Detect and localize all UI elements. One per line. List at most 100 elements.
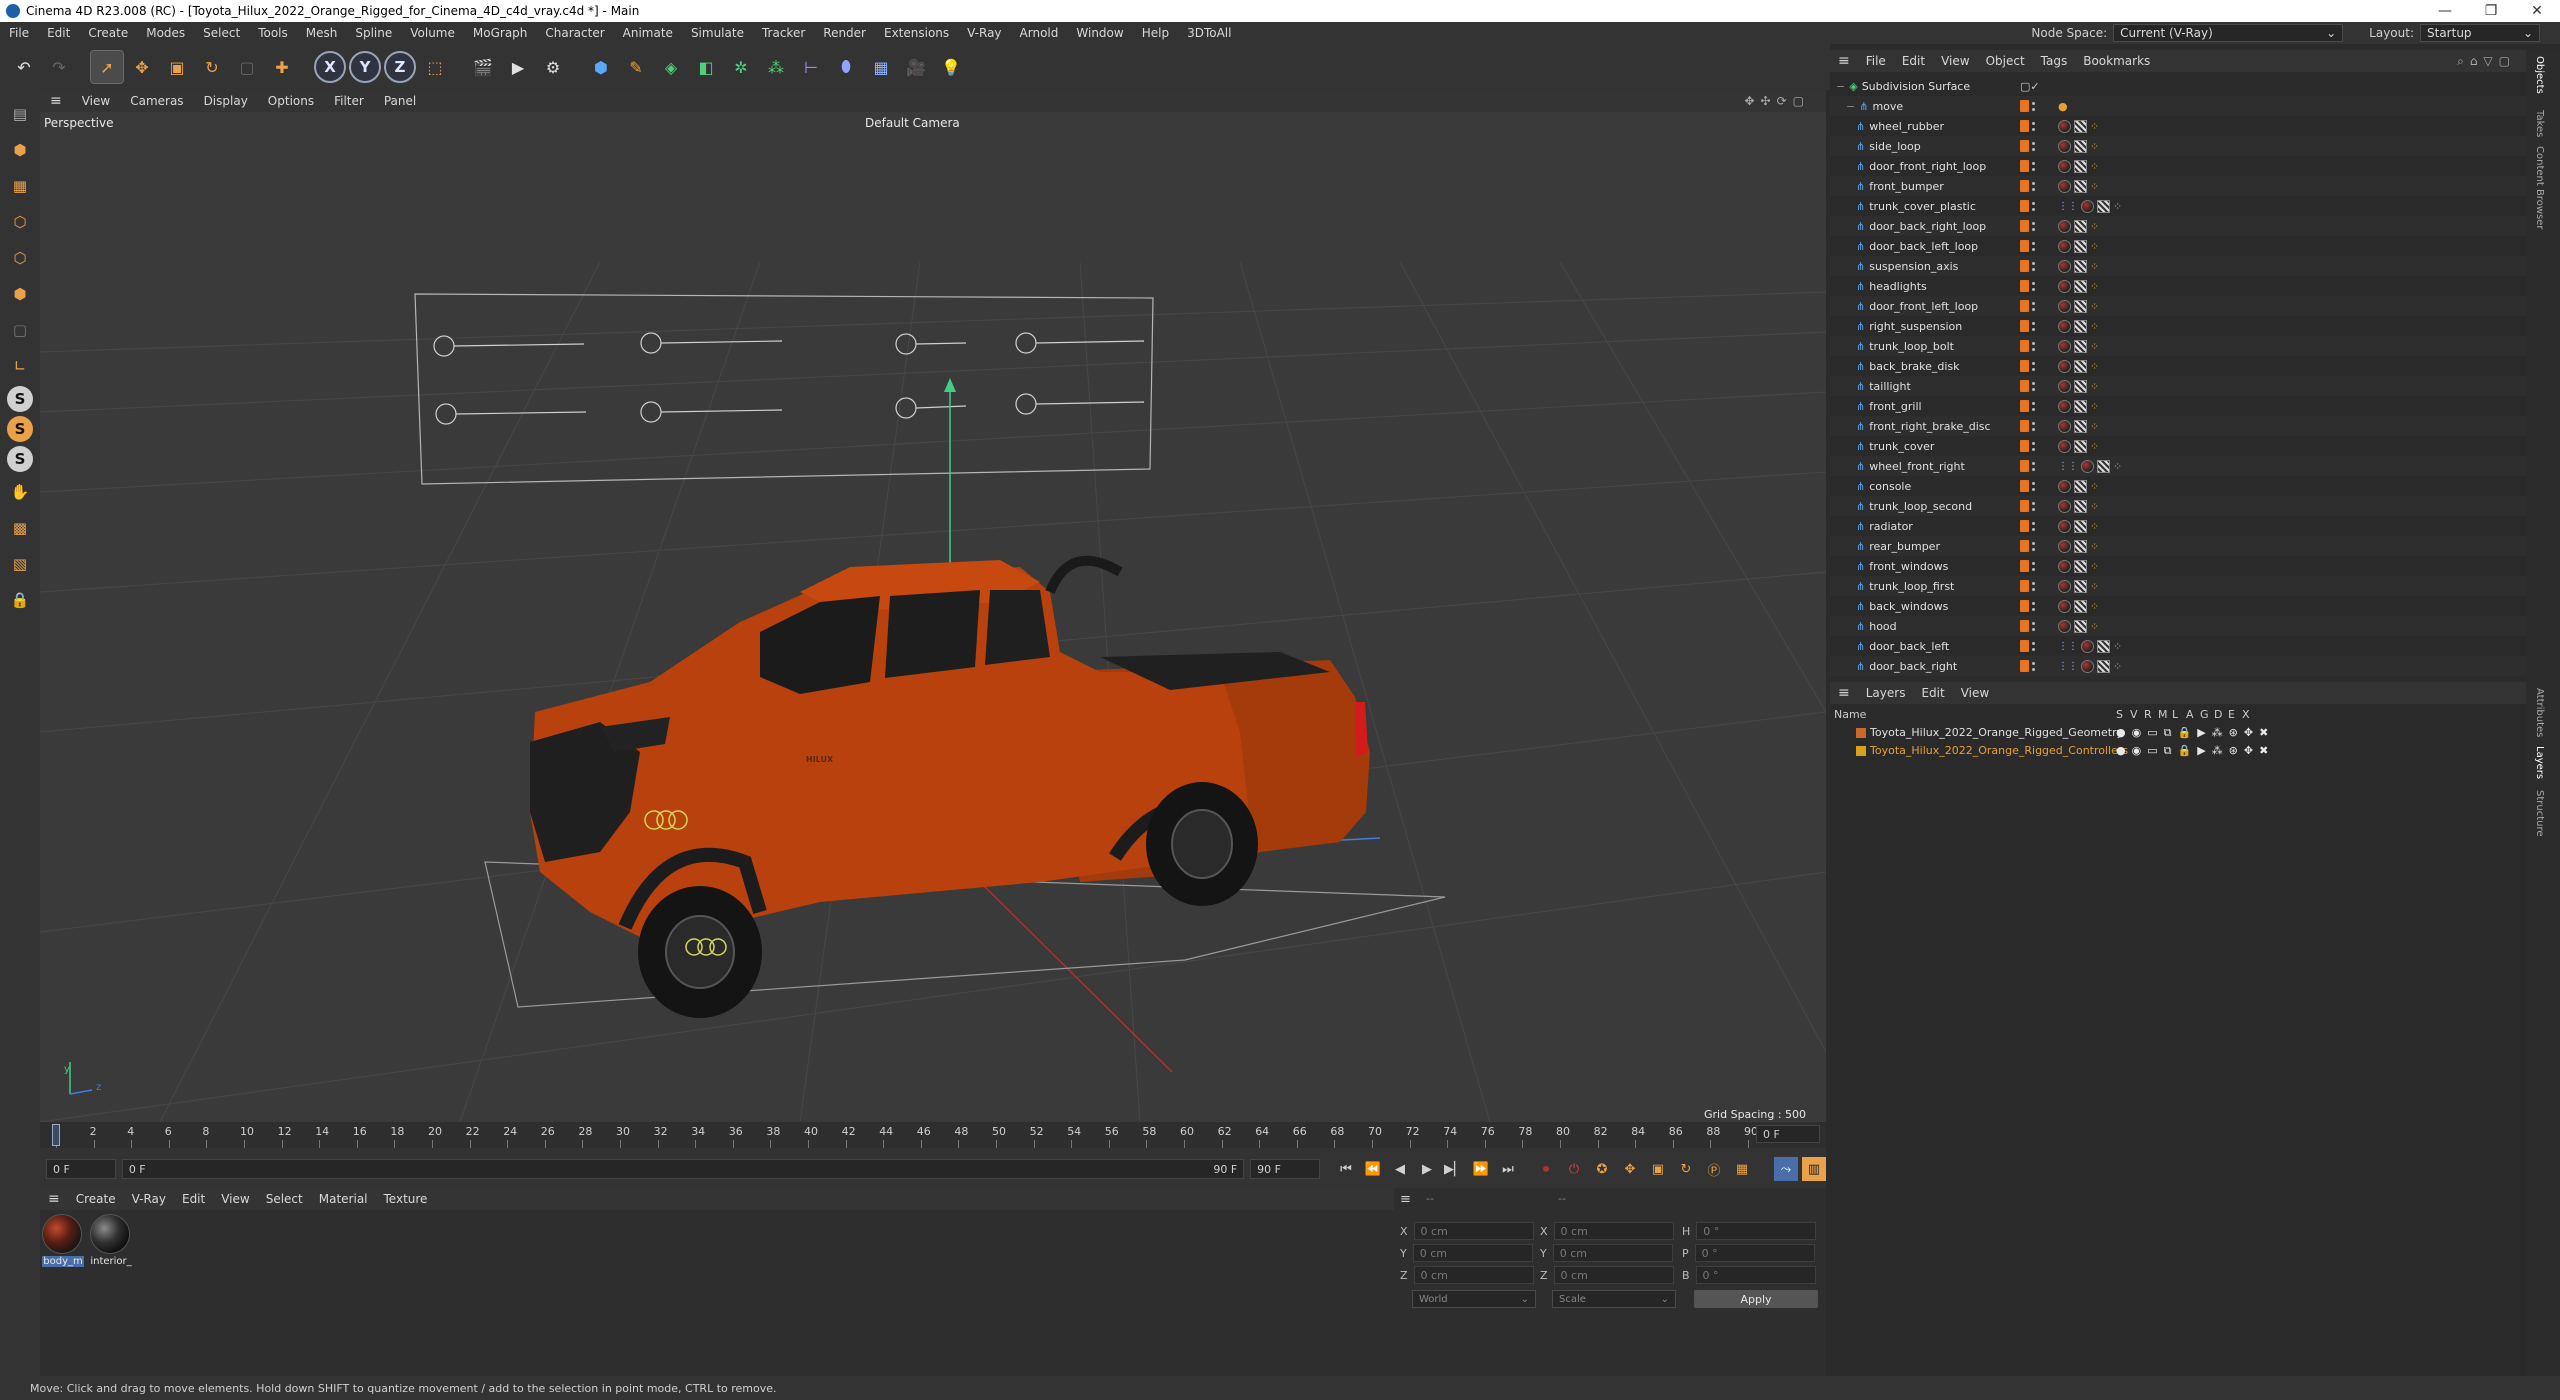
uvw-tag-icon[interactable]	[2097, 659, 2110, 673]
visibility-dots-icon[interactable]	[2032, 440, 2035, 452]
layer-color-swatch[interactable]	[2020, 340, 2029, 352]
visibility-dots-icon[interactable]	[2032, 340, 2035, 352]
menu-modes[interactable]: Modes	[137, 26, 194, 40]
visibility-dots-icon[interactable]	[2032, 640, 2035, 652]
visibility-dots-icon[interactable]	[2032, 260, 2035, 272]
selection-tag-icon[interactable]: ⁘	[2090, 320, 2099, 333]
uvw-tag-icon[interactable]	[2074, 219, 2087, 233]
menu-file[interactable]: File	[0, 26, 38, 40]
pos-y-field[interactable]: 0 cm	[1412, 1244, 1533, 1262]
point-mode-icon[interactable]: ⬡	[4, 206, 36, 238]
range-slider[interactable]: 0 F 90 F	[121, 1159, 1245, 1179]
material-tag-icon[interactable]	[2081, 639, 2094, 653]
viewport-menu-view[interactable]: View	[72, 94, 120, 108]
render-region-icon[interactable]: 🎬	[467, 51, 499, 83]
snap-icon[interactable]: S	[7, 386, 33, 412]
layer-color-swatch[interactable]	[2020, 380, 2029, 392]
add-tool-icon[interactable]: ✚	[266, 51, 298, 83]
object-row-group[interactable]: − ⋔ move ●	[1830, 96, 2526, 116]
layer-color-swatch[interactable]	[2020, 660, 2029, 672]
material-tag-icon[interactable]	[2081, 199, 2094, 213]
uvw-tag-icon[interactable]	[2074, 159, 2087, 173]
visibility-dots-icon[interactable]	[2032, 240, 2035, 252]
visibility-dots-icon[interactable]	[2032, 620, 2035, 632]
visibility-dots-icon[interactable]	[2032, 140, 2035, 152]
menu-select[interactable]: Select	[194, 26, 249, 40]
layers-menu-layers[interactable]: Layers	[1858, 686, 1914, 700]
layer-color-swatch[interactable]	[2020, 640, 2029, 652]
recent-tool-icon[interactable]: ▢	[231, 51, 263, 83]
current-frame-field[interactable]: 0 F	[1756, 1125, 1820, 1143]
uvw-tag-icon[interactable]	[2074, 599, 2087, 613]
layer-color-swatch[interactable]	[2020, 520, 2029, 532]
selection-tag-icon[interactable]: ⁘	[2090, 400, 2099, 413]
size-z-field[interactable]: 0 cm	[1553, 1266, 1674, 1284]
end-frame-field[interactable]: 90 F	[1250, 1159, 1320, 1179]
material-tag-icon[interactable]	[2058, 519, 2071, 533]
selection-tag-icon[interactable]: ⁘	[2090, 280, 2099, 293]
layer-color-swatch[interactable]	[2020, 560, 2029, 572]
pen-spline-icon[interactable]: ✎	[620, 51, 652, 83]
uvw-tag-icon[interactable]	[2074, 539, 2087, 553]
floor-grid-icon[interactable]: ▧	[4, 548, 36, 580]
coordinate-system-icon[interactable]: ⬚	[419, 51, 451, 83]
menu-help[interactable]: Help	[1133, 26, 1178, 40]
om-menu-edit[interactable]: Edit	[1894, 54, 1933, 68]
go-to-end-icon[interactable]: ⏭	[1496, 1157, 1520, 1181]
object-row[interactable]: ⋔ back_windows ⁘	[1830, 596, 2526, 616]
uvw-tag-icon[interactable]	[2074, 259, 2087, 273]
make-editable-icon[interactable]: ▤	[4, 98, 36, 130]
viewport-nav-icons[interactable]: ✥✣⟳▢	[1744, 94, 1826, 108]
pos-x-field[interactable]: 0 cm	[1413, 1222, 1534, 1240]
visibility-dots-icon[interactable]	[2032, 500, 2035, 512]
uv-mode-icon[interactable]: ▢	[4, 314, 36, 346]
selection-tag-icon[interactable]: ⁘	[2090, 360, 2099, 373]
previous-key-icon[interactable]: ⏪	[1361, 1157, 1385, 1181]
object-row[interactable]: ⋔ radiator ⁘	[1830, 516, 2526, 536]
rot-p-field[interactable]: 0 °	[1694, 1244, 1815, 1262]
snap-mode-icon[interactable]: S	[7, 446, 33, 472]
visibility-dots-icon[interactable]	[2032, 600, 2035, 612]
material-tag-icon[interactable]	[2058, 179, 2071, 193]
visibility-dots-icon[interactable]	[2032, 300, 2035, 312]
object-row[interactable]: ⋔ door_back_left_loop ⁘	[1830, 236, 2526, 256]
uvw-tag-icon[interactable]	[2074, 419, 2087, 433]
menu-volume[interactable]: Volume	[401, 26, 464, 40]
menu-tools[interactable]: Tools	[249, 26, 297, 40]
workplane-icon[interactable]: ∟	[4, 350, 36, 382]
layer-color-swatch[interactable]	[2020, 580, 2029, 592]
menu-3dtoall[interactable]: 3DToAll	[1178, 26, 1240, 40]
material-tag-icon[interactable]	[2058, 259, 2071, 273]
layers-menu-edit[interactable]: Edit	[1913, 686, 1952, 700]
viewport-menu-cameras[interactable]: Cameras	[120, 94, 193, 108]
deformer-icon[interactable]: ⊢	[795, 51, 827, 83]
key-scale-icon[interactable]: ▣	[1646, 1157, 1670, 1181]
material-tag-icon[interactable]	[2058, 359, 2071, 373]
sculpt-icon[interactable]: ✋	[4, 476, 36, 508]
camera-icon[interactable]: 🎥	[900, 51, 932, 83]
hamburger-icon[interactable]: ≡	[1830, 685, 1858, 701]
rot-b-field[interactable]: 0 °	[1695, 1266, 1816, 1284]
layer-color-swatch[interactable]	[2020, 620, 2029, 632]
layer-color-swatch[interactable]	[2020, 600, 2029, 612]
uvw-tag-icon[interactable]	[2074, 319, 2087, 333]
layer-color-swatch[interactable]	[2020, 540, 2029, 552]
object-row-root[interactable]: − ◈ Subdivision Surface ▢✓	[1830, 76, 2526, 96]
layer-row[interactable]: Toyota_Hilux_2022_Orange_Rigged_Geometry…	[1830, 724, 2526, 741]
layer-color-swatch[interactable]	[1856, 727, 1866, 738]
layers-menu-view[interactable]: View	[1953, 686, 1997, 700]
tag-icon[interactable]: ●	[2058, 100, 2068, 113]
mat-menu-material[interactable]: Material	[311, 1192, 376, 1206]
selection-tag-icon[interactable]: ⁘	[2090, 120, 2099, 133]
rotate-tool-icon[interactable]: ↻	[196, 51, 228, 83]
minimize-button[interactable]: —	[2422, 3, 2468, 19]
layer-color-swatch[interactable]	[2020, 260, 2029, 272]
tab-structure[interactable]: Structure	[2534, 790, 2545, 837]
tab-takes[interactable]: Takes	[2534, 110, 2545, 137]
uvw-tag-icon[interactable]	[2074, 439, 2087, 453]
visibility-dots-icon[interactable]	[2032, 160, 2035, 172]
size-mode-select[interactable]: Scale ⌄	[1552, 1290, 1676, 1308]
viewport-menu-options[interactable]: Options	[258, 94, 324, 108]
uvw-tag-icon[interactable]	[2074, 179, 2087, 193]
object-row[interactable]: ⋔ front_bumper ⁘	[1830, 176, 2526, 196]
